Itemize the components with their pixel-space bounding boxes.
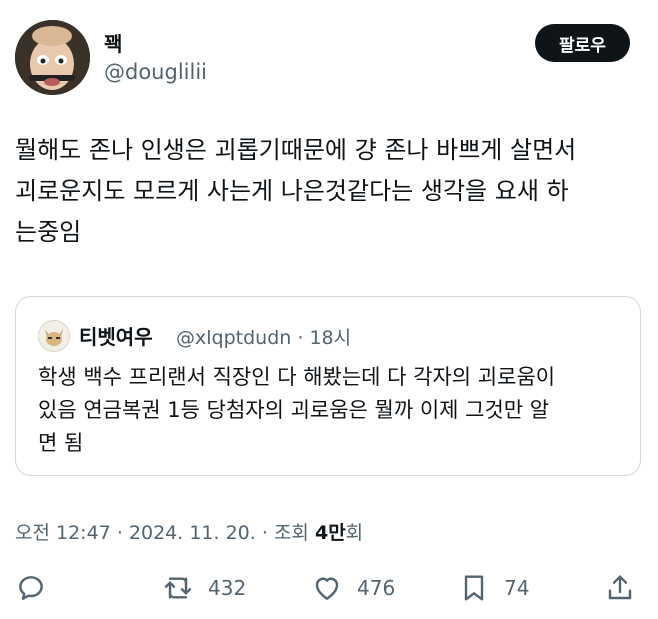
like-count: 476 (357, 576, 396, 600)
follow-button[interactable]: 팔로우 (535, 24, 630, 62)
views-suffix: 회 (345, 522, 364, 544)
views-label: 조회 (273, 522, 309, 544)
meta-separator: · (116, 522, 123, 544)
quoted-author-avatar[interactable] (38, 320, 70, 352)
quoted-tweet-meta: @xlqptdudn · 18시 (176, 323, 351, 350)
retweet-count: 432 (208, 576, 247, 600)
tweet-text: 뭘해도 존나 인생은 괴롭기때문에 걍 존나 바쁘게 살면서 괴로운지도 모르게… (15, 136, 577, 246)
quoted-author-display-name[interactable]: 티벳여우 (79, 321, 153, 350)
author-handle[interactable]: @douglilii (104, 60, 207, 84)
like-button[interactable]: 476 (311, 570, 395, 606)
avatar-photo (15, 20, 90, 95)
tweet-timestamp-row: 오전 12:47 · 2024. 11. 20. · 조회 4만회 (15, 518, 363, 545)
meta-separator: · (261, 522, 268, 544)
bookmark-count: 74 (504, 576, 530, 600)
tweet-time[interactable]: 오전 12:47 (15, 522, 111, 544)
heart-icon (315, 577, 339, 600)
bookmark-button[interactable]: 74 (458, 570, 529, 606)
quoted-tweet-time[interactable]: 18시 (309, 327, 351, 349)
reply-icon (19, 576, 43, 600)
meta-separator: · (297, 327, 304, 349)
quoted-author-handle[interactable]: @xlqptdudn (176, 327, 291, 349)
share-button[interactable] (604, 570, 636, 606)
retweet-button[interactable]: 432 (162, 570, 246, 606)
views-count: 4만 (314, 522, 346, 544)
reply-button[interactable] (15, 570, 47, 606)
share-icon (608, 575, 632, 600)
quoted-tweet-text: 학생 백수 프리랜서 직장인 다 해봤는데 다 각자의 괴로움이 있음 연금복권… (38, 365, 556, 455)
tweet-date[interactable]: 2024. 11. 20. (129, 522, 256, 544)
fox-avatar-image (39, 321, 69, 351)
author-display-name[interactable]: 꽥 (104, 28, 122, 57)
quoted-tweet-card[interactable]: 티벳여우 @xlqptdudn · 18시 학생 백수 프리랜서 직장인 다 해… (15, 296, 641, 476)
retweet-icon (164, 577, 192, 599)
bookmark-icon (464, 575, 484, 601)
author-avatar[interactable] (15, 20, 90, 95)
